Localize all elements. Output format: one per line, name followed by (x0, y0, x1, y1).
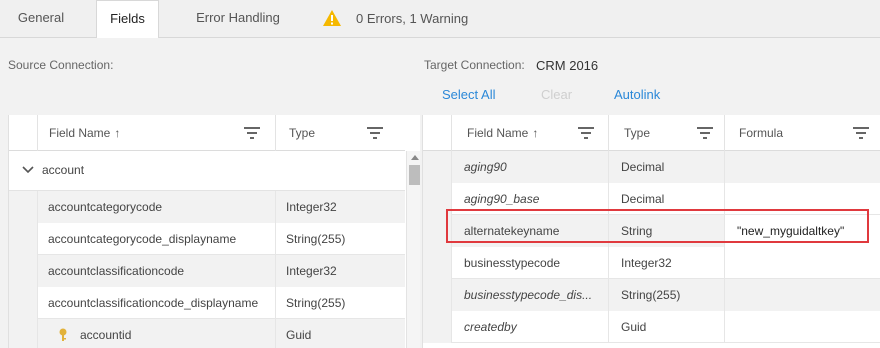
field-name-cell: aging90 (451, 151, 608, 183)
formula-cell[interactable] (724, 279, 880, 311)
source-fields-grid: Field Name ↑ Type account accountcategory… (8, 115, 421, 348)
clear-link[interactable]: Clear (541, 87, 572, 102)
field-name-cell: aging90_base (451, 183, 608, 215)
type-cell: Decimal (608, 151, 724, 183)
autolink-link[interactable]: Autolink (614, 87, 660, 102)
filter-icon[interactable] (244, 127, 260, 139)
formula-cell[interactable] (724, 247, 880, 279)
filter-icon[interactable] (367, 127, 383, 139)
field-name-cell: accountid (37, 319, 275, 348)
status-text: 0 Errors, 1 Warning (356, 10, 469, 26)
formula-cell[interactable] (724, 311, 880, 343)
row-gutter (9, 319, 37, 348)
chevron-down-icon[interactable] (21, 163, 35, 177)
field-name-cell: accountcategorycode_displayname (37, 223, 275, 255)
table-row[interactable]: businesstypecode_dis... String(255) (423, 279, 880, 311)
field-name-cell: businesstypecode (451, 247, 608, 279)
tab-fields[interactable]: Fields (96, 0, 159, 39)
row-gutter (423, 215, 451, 247)
row-gutter (423, 311, 451, 343)
table-row[interactable]: accountcategorycode Integer32 (9, 191, 405, 223)
table-row[interactable]: businesstypecode Integer32 (423, 247, 880, 279)
filter-icon[interactable] (578, 127, 594, 139)
type-cell: Integer32 (275, 191, 405, 223)
formula-cell[interactable] (724, 151, 880, 183)
row-gutter (423, 151, 451, 183)
table-row[interactable]: aging90_base Decimal (423, 183, 880, 215)
column-header-formula[interactable]: Formula (724, 115, 880, 151)
type-cell: String (608, 215, 724, 247)
row-gutter (423, 183, 451, 215)
filter-icon[interactable] (697, 127, 713, 139)
validation-status[interactable]: 0 Errors, 1 Warning (322, 0, 468, 36)
column-header-label: Type (289, 126, 316, 140)
row-gutter (9, 191, 37, 223)
formula-cell[interactable]: "new_myguidaltkey" (724, 215, 880, 247)
header-spacer (9, 115, 37, 151)
table-row[interactable]: aging90 Decimal (423, 151, 880, 183)
type-cell: Integer32 (608, 247, 724, 279)
column-header-field-name[interactable]: Field Name ↑ (37, 115, 275, 151)
header-spacer (423, 115, 451, 151)
tab-bar: General Fields Error Handling 0 Errors, … (0, 0, 880, 39)
type-cell: Guid (275, 319, 405, 348)
filter-icon[interactable] (853, 127, 869, 139)
row-gutter (9, 255, 37, 287)
type-cell: Decimal (608, 183, 724, 215)
target-connection-value: CRM 2016 (536, 58, 599, 73)
row-gutter (9, 223, 37, 255)
target-connection-label: Target Connection: (424, 58, 525, 72)
table-row[interactable]: accountclassificationcode_displayname St… (9, 287, 405, 319)
table-row[interactable]: createdby Guid (423, 311, 880, 343)
scroll-up-icon[interactable] (411, 155, 419, 160)
group-label: account (42, 163, 85, 177)
field-name-cell: accountclassificationcode_displayname (37, 287, 275, 319)
target-fields-grid: Field Name ↑ Type Formula aging90 Decima… (422, 115, 880, 348)
type-cell: Guid (608, 311, 724, 343)
source-grid-header: Field Name ↑ Type (9, 115, 405, 151)
field-name-cell: alternatekeyname (451, 215, 608, 247)
table-row[interactable]: accountcategorycode_displayname String(2… (9, 223, 405, 255)
type-cell: Integer32 (275, 255, 405, 287)
select-all-link[interactable]: Select All (442, 87, 495, 102)
vertical-scrollbar[interactable] (406, 151, 421, 348)
warning-icon (323, 10, 341, 26)
sort-ascending-icon[interactable]: ↑ (114, 115, 120, 151)
field-name-cell: createdby (451, 311, 608, 343)
scrollbar-thumb[interactable] (409, 165, 420, 185)
field-name-cell: accountclassificationcode (37, 255, 275, 287)
tab-error-handling[interactable]: Error Handling (180, 0, 296, 38)
row-gutter (423, 247, 451, 279)
table-row[interactable]: alternatekeyname String "new_myguidaltke… (423, 215, 880, 247)
table-row[interactable]: accountid Guid (9, 319, 405, 348)
row-gutter (423, 279, 451, 311)
type-cell: String(255) (275, 223, 405, 255)
target-grid-header: Field Name ↑ Type Formula (423, 115, 880, 151)
column-header-field-name[interactable]: Field Name ↑ (451, 115, 608, 151)
field-name-cell: accountcategorycode (37, 191, 275, 223)
key-icon (59, 328, 67, 341)
column-header-type[interactable]: Type (275, 115, 405, 151)
source-connection-label: Source Connection: (8, 58, 114, 72)
formula-cell[interactable] (724, 183, 880, 215)
target-panel: Target Connection: CRM 2016 Select All C… (420, 38, 880, 348)
type-cell: String(255) (608, 279, 724, 311)
source-panel: Source Connection: Field Name ↑ Type acco… (0, 38, 421, 348)
group-row-account[interactable]: account (9, 151, 405, 191)
type-cell: String(255) (275, 287, 405, 319)
sort-ascending-icon[interactable]: ↑ (532, 115, 538, 151)
tab-general[interactable]: General (0, 0, 82, 38)
table-row[interactable]: accountclassificationcode Integer32 (9, 255, 405, 287)
row-gutter (9, 287, 37, 319)
column-header-type[interactable]: Type (608, 115, 724, 151)
field-name-cell: businesstypecode_dis... (451, 279, 608, 311)
column-header-label: Field Name (49, 126, 111, 140)
column-header-label: Field Name (467, 126, 529, 140)
column-header-label: Type (624, 126, 651, 140)
column-header-label: Formula (739, 126, 784, 140)
